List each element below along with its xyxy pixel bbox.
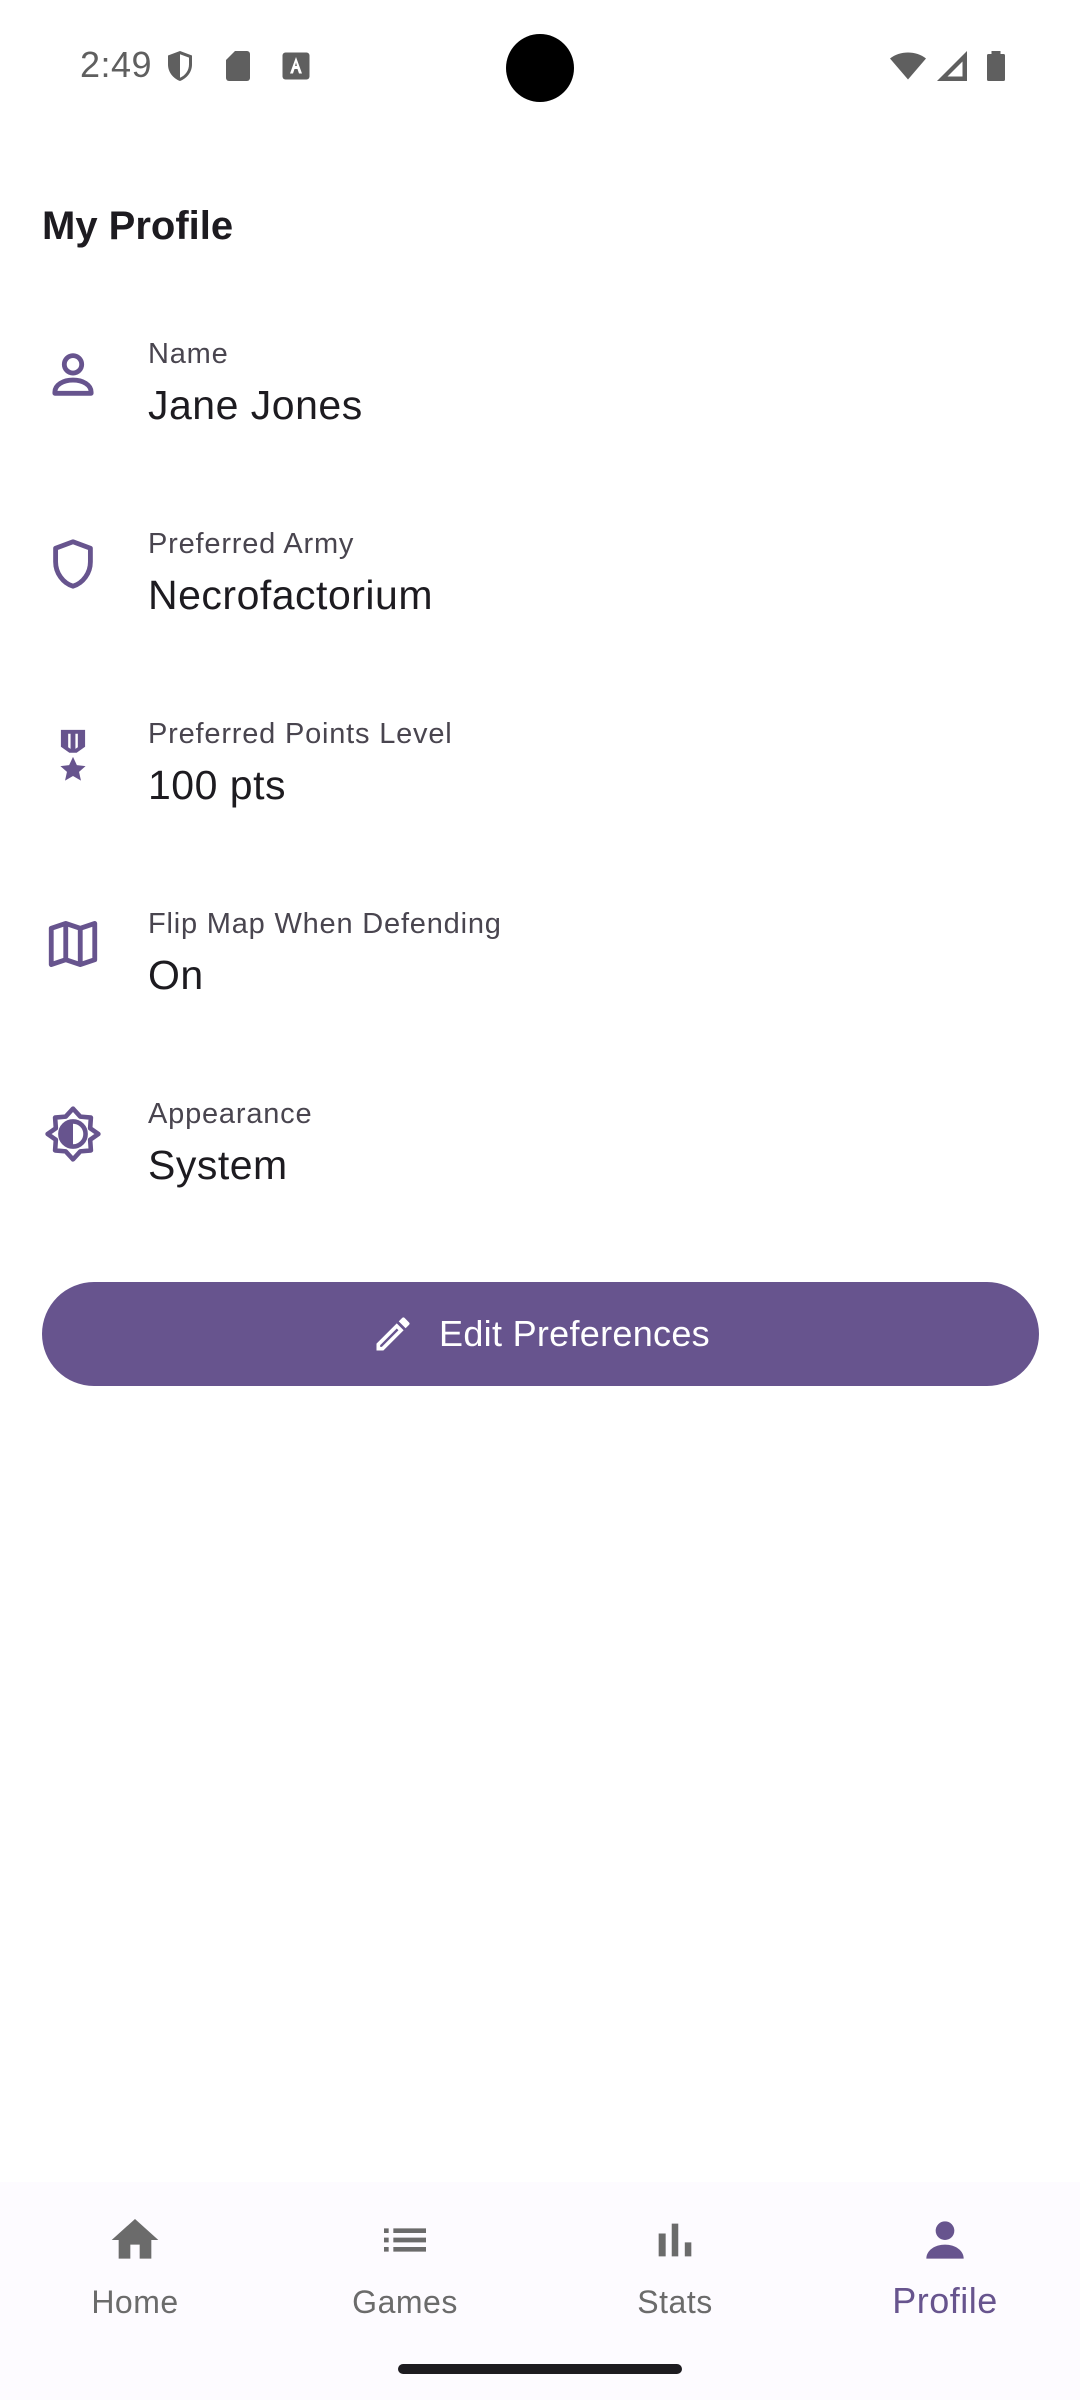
shield-icon bbox=[44, 535, 102, 593]
page-title: My Profile bbox=[42, 204, 234, 248]
signal-icon bbox=[934, 48, 970, 84]
nav-label-profile: Profile bbox=[892, 2280, 998, 2321]
pref-item-points: Preferred Points Level 100 pts bbox=[0, 680, 1080, 840]
status-time: 2:49 bbox=[80, 44, 153, 85]
font-a-icon bbox=[278, 48, 314, 84]
brightness-icon bbox=[44, 1105, 102, 1163]
wifi-icon bbox=[890, 48, 926, 84]
pencil-icon bbox=[371, 1312, 415, 1356]
shield-icon bbox=[162, 48, 198, 84]
pref-label-flip-map: Flip Map When Defending bbox=[148, 908, 502, 940]
pref-label-army: Preferred Army bbox=[148, 528, 355, 560]
nav-item-home[interactable]: Home bbox=[0, 2182, 270, 2372]
person-icon bbox=[44, 345, 102, 403]
nav-label-home: Home bbox=[91, 2284, 179, 2320]
edit-preferences-label: Edit Preferences bbox=[439, 1313, 710, 1354]
pref-item-appearance: Appearance System bbox=[0, 1060, 1080, 1220]
list-icon bbox=[377, 2212, 433, 2268]
pref-value-appearance: System bbox=[148, 1142, 288, 1188]
home-indicator[interactable] bbox=[398, 2364, 682, 2374]
nav-label-stats: Stats bbox=[637, 2284, 713, 2320]
home-icon bbox=[107, 2212, 163, 2268]
pref-value-army: Necrofactorium bbox=[148, 572, 433, 618]
nav-item-profile[interactable]: Profile bbox=[810, 2182, 1080, 2372]
pref-item-army: Preferred Army Necrofactorium bbox=[0, 490, 1080, 650]
person-icon bbox=[917, 2212, 973, 2268]
bar-chart-icon bbox=[647, 2212, 703, 2268]
pref-value-points: 100 pts bbox=[148, 762, 286, 808]
pref-item-name: Name Jane Jones bbox=[0, 300, 1080, 460]
pref-label-points: Preferred Points Level bbox=[148, 718, 453, 750]
sd-card-icon bbox=[220, 48, 256, 84]
front-camera bbox=[506, 34, 574, 102]
status-bar: 2:49 bbox=[0, 0, 1080, 136]
pref-label-name: Name bbox=[148, 338, 229, 370]
pref-value-flip-map: On bbox=[148, 952, 204, 998]
pref-value-name: Jane Jones bbox=[148, 382, 363, 428]
nav-item-stats[interactable]: Stats bbox=[540, 2182, 810, 2372]
map-icon bbox=[44, 915, 102, 973]
medal-icon bbox=[44, 725, 102, 783]
pref-label-appearance: Appearance bbox=[148, 1098, 313, 1130]
nav-label-games: Games bbox=[352, 2284, 458, 2320]
nav-item-games[interactable]: Games bbox=[270, 2182, 540, 2372]
pref-item-flip-map: Flip Map When Defending On bbox=[0, 870, 1080, 1030]
edit-preferences-button[interactable]: Edit Preferences bbox=[42, 1282, 1039, 1386]
profile-screen: 2:49 My Profile Name Jane Jones Preferre… bbox=[0, 0, 1080, 2400]
battery-icon bbox=[978, 48, 1014, 84]
